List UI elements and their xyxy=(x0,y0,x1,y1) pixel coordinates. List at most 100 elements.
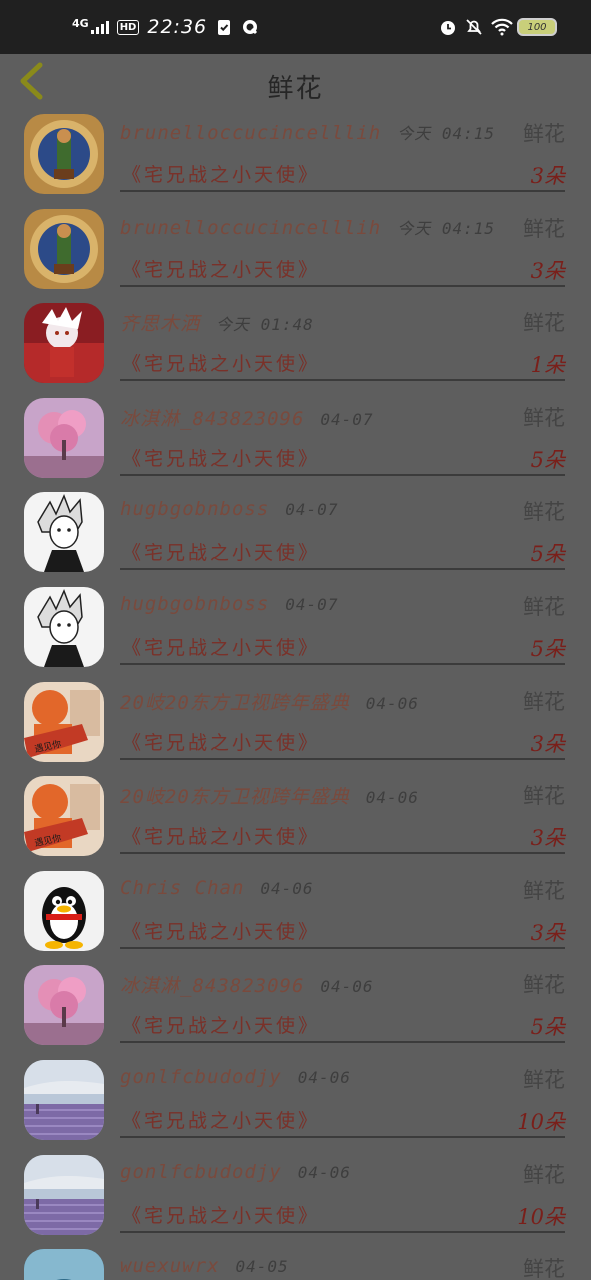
avatar[interactable] xyxy=(24,397,104,478)
book-title[interactable]: 《宅兄战之小天使》 xyxy=(122,1011,320,1038)
name-line: 20岐20东方卫视跨年盛典 04-06 xyxy=(120,782,520,809)
flower-quantity: 1朵 xyxy=(530,353,565,378)
gift-type: 鲜花 xyxy=(523,500,565,525)
bell-off-icon xyxy=(465,18,483,36)
divider xyxy=(120,757,565,760)
alarm-icon xyxy=(439,18,457,36)
timestamp: 04-06 xyxy=(260,878,314,898)
name-line: 冰淇淋_843823096 04-06 xyxy=(120,971,520,998)
gift-type: 鲜花 xyxy=(523,216,565,241)
list-item[interactable]: hugbgobnboss 04-07 鲜花 《宅兄战之小天使》 5朵 xyxy=(0,486,591,581)
avatar[interactable] xyxy=(24,870,104,951)
book-title[interactable]: 《宅兄战之小天使》 xyxy=(122,1201,320,1228)
book-title[interactable]: 《宅兄战之小天使》 xyxy=(122,538,320,565)
sender-name[interactable]: gonlfcbudodjy xyxy=(120,1161,282,1183)
name-line: wuexuwrx 04-05 xyxy=(120,1255,520,1277)
divider xyxy=(120,662,565,665)
flower-quantity: 10朵 xyxy=(517,1204,565,1229)
sender-name[interactable]: brunelloccucincelllih xyxy=(120,122,381,144)
book-title[interactable]: 《宅兄战之小天使》 xyxy=(122,255,320,282)
timestamp: 今天 01:48 xyxy=(216,315,314,335)
timestamp: 04-06 xyxy=(297,1162,351,1182)
name-line: gonlfcbudodjy 04-06 xyxy=(120,1161,520,1183)
list-item[interactable]: 齐思木洒 今天 01:48 鲜花 《宅兄战之小天使》 1朵 xyxy=(0,297,591,392)
avatar[interactable] xyxy=(24,303,104,384)
avatar[interactable] xyxy=(24,1154,104,1235)
list-item[interactable]: brunelloccucincelllih 今天 04:15 鲜花 《宅兄战之小天使》… xyxy=(0,108,591,203)
sender-name[interactable]: 齐思木洒 xyxy=(120,313,200,335)
flower-record-list[interactable]: brunelloccucincelllih 今天 04:15 鲜花 《宅兄战之小天使》… xyxy=(0,108,591,1280)
book-title[interactable]: 《宅兄战之小天使》 xyxy=(122,728,320,755)
list-item[interactable]: wuexuwrx 04-05 鲜花 xyxy=(0,1243,591,1280)
sender-name[interactable]: hugbgobnboss xyxy=(120,498,269,520)
avatar[interactable]: 遇见你 xyxy=(24,681,104,762)
lavender-field-avatar xyxy=(24,1154,104,1235)
sender-name[interactable]: 20岐20东方卫视跨年盛典 xyxy=(120,786,350,808)
signal-icon xyxy=(90,20,109,34)
sender-name[interactable]: 冰淇淋_843823096 xyxy=(120,408,304,430)
avatar[interactable] xyxy=(24,114,104,194)
landscape-avatar xyxy=(24,1249,104,1280)
book-title[interactable]: 《宅兄战之小天使》 xyxy=(122,160,320,187)
flower-quantity: 10朵 xyxy=(517,1109,565,1134)
sender-name[interactable]: 冰淇淋_843823096 xyxy=(120,975,304,997)
sender-name[interactable]: gonlfcbudodjy xyxy=(120,1066,282,1088)
avatar[interactable] xyxy=(24,208,104,289)
avatar[interactable] xyxy=(24,492,104,573)
clock-time: 22:36 xyxy=(147,16,208,38)
list-item[interactable]: brunelloccucincelllih 今天 04:15 鲜花 《宅兄战之小天使》… xyxy=(0,203,591,298)
name-line: 齐思木洒 今天 01:48 xyxy=(120,309,520,336)
name-line: Chris Chan 04-06 xyxy=(120,877,520,899)
sender-name[interactable]: Chris Chan xyxy=(120,877,244,899)
hd-badge: HD xyxy=(116,19,140,35)
flower-quantity: 3朵 xyxy=(530,164,565,188)
name-line: brunelloccucincelllih 今天 04:15 xyxy=(120,120,520,144)
sender-name[interactable]: hugbgobnboss xyxy=(120,593,269,615)
timestamp: 04-06 xyxy=(365,788,419,808)
sender-name[interactable]: brunelloccucincelllih xyxy=(120,217,381,239)
flower-quantity: 3朵 xyxy=(530,920,565,945)
timestamp: 04-06 xyxy=(297,1067,351,1087)
flower-quantity: 5朵 xyxy=(530,1015,565,1040)
sender-name[interactable]: 20岐20东方卫视跨年盛典 xyxy=(120,692,350,714)
list-item[interactable]: gonlfcbudodjy 04-06 鲜花 《宅兄战之小天使》 10朵 xyxy=(0,1149,591,1244)
penguin-avatar xyxy=(24,870,104,951)
sync-icon xyxy=(241,18,259,36)
book-title[interactable]: 《宅兄战之小天使》 xyxy=(122,917,320,944)
book-title[interactable]: 《宅兄战之小天使》 xyxy=(122,444,320,471)
gift-type: 鲜花 xyxy=(523,1257,565,1280)
orange-hat-avatar: 遇见你 xyxy=(24,681,104,762)
sender-name[interactable]: wuexuwrx xyxy=(120,1255,220,1277)
avatar[interactable] xyxy=(24,586,104,667)
flower-quantity: 5朵 xyxy=(530,447,565,472)
list-item[interactable]: 遇见你 20岐20东方卫视跨年盛典 04-06 鲜花 《宅兄战之小天使》 3朵 xyxy=(0,770,591,865)
name-line: gonlfcbudodjy 04-06 xyxy=(120,1066,520,1088)
list-item[interactable]: 冰淇淋_843823096 04-07 鲜花 《宅兄战之小天使》 5朵 xyxy=(0,392,591,487)
book-title[interactable]: 《宅兄战之小天使》 xyxy=(122,349,320,376)
book-title[interactable]: 《宅兄战之小天使》 xyxy=(122,1106,320,1133)
list-item[interactable]: gonlfcbudodjy 04-06 鲜花 《宅兄战之小天使》 10朵 xyxy=(0,1054,591,1149)
list-item[interactable]: Chris Chan 04-06 鲜花 《宅兄战之小天使》 3朵 xyxy=(0,865,591,960)
list-item[interactable]: 冰淇淋_843823096 04-06 鲜花 《宅兄战之小天使》 5朵 xyxy=(0,959,591,1054)
divider xyxy=(120,852,565,855)
game-character-avatar xyxy=(24,114,104,194)
name-line: hugbgobnboss 04-07 xyxy=(120,593,520,615)
list-item[interactable]: 遇见你 20岐20东方卫视跨年盛典 04-06 鲜花 《宅兄战之小天使》 3朵 xyxy=(0,676,591,771)
gift-type: 鲜花 xyxy=(523,689,565,714)
status-left: 4G HD 22:36 xyxy=(72,16,259,38)
battery-icon: 100 xyxy=(517,18,557,36)
book-title[interactable]: 《宅兄战之小天使》 xyxy=(122,822,320,849)
avatar[interactable]: 遇见你 xyxy=(24,776,104,857)
gift-type: 鲜花 xyxy=(523,784,565,809)
timestamp: 04-07 xyxy=(320,409,374,429)
lavender-field-avatar xyxy=(24,1059,104,1140)
avatar[interactable] xyxy=(24,965,104,1046)
avatar[interactable] xyxy=(24,1059,104,1140)
list-item[interactable]: hugbgobnboss 04-07 鲜花 《宅兄战之小天使》 5朵 xyxy=(0,581,591,676)
checkmark-icon xyxy=(215,18,233,36)
header: 鲜花 xyxy=(0,54,591,108)
flower-quantity: 3朵 xyxy=(530,258,565,283)
divider xyxy=(120,379,565,382)
book-title[interactable]: 《宅兄战之小天使》 xyxy=(122,633,320,660)
avatar[interactable] xyxy=(24,1249,104,1280)
